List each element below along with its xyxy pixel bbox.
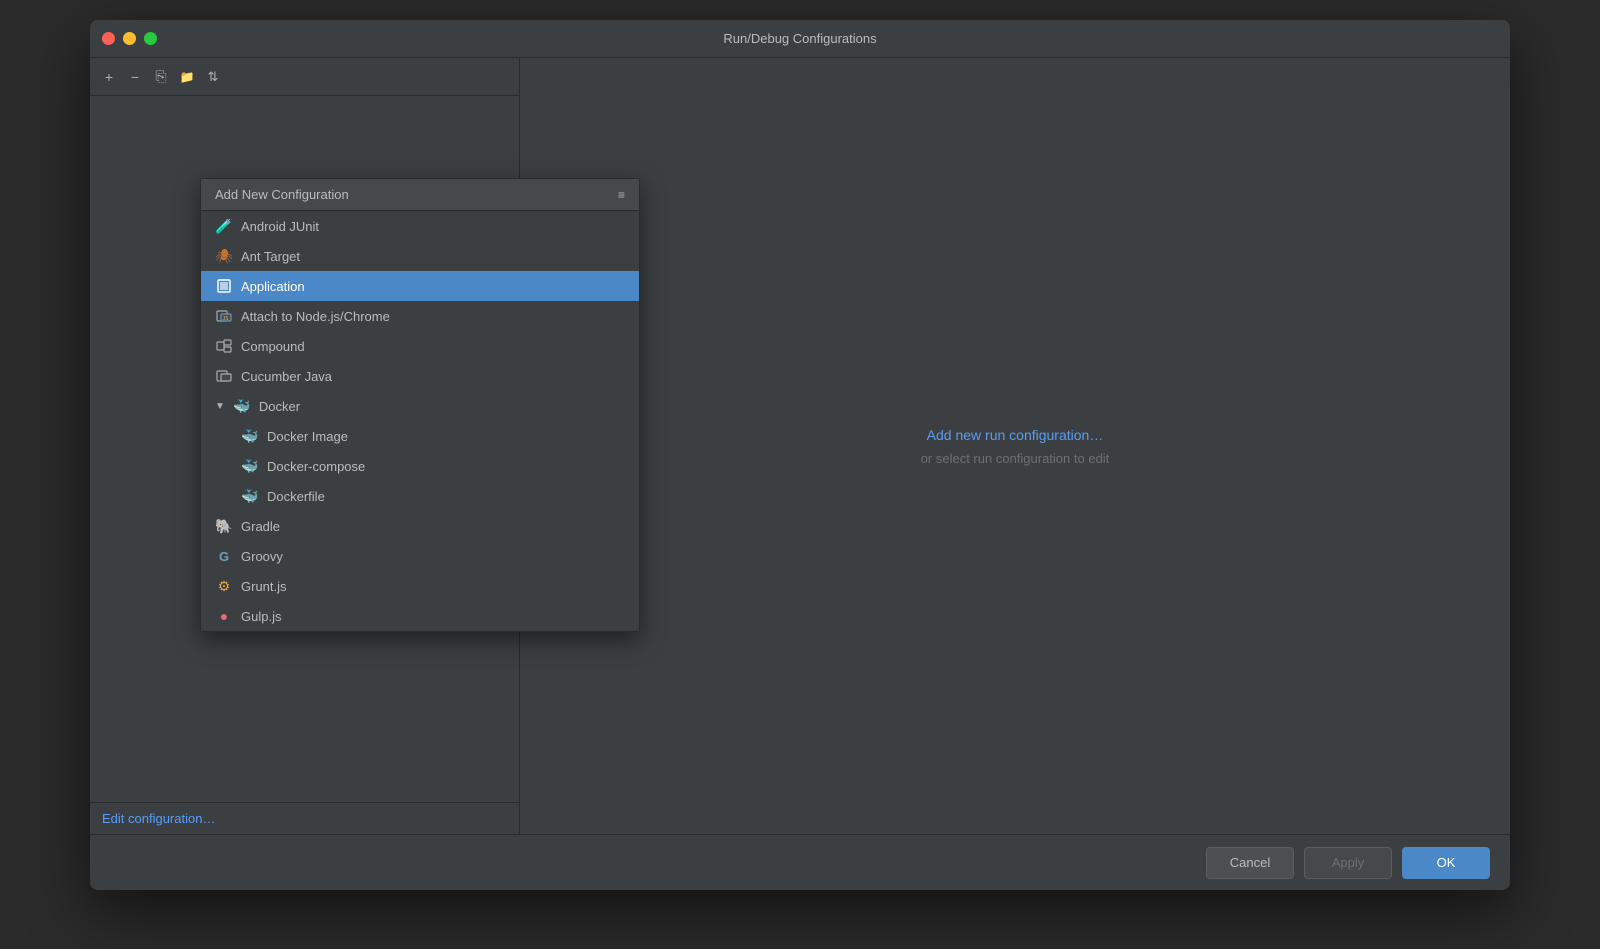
menu-item-dockerfile[interactable]: 🐳 Dockerfile (201, 481, 639, 511)
sort-config-button[interactable]: ⇅ (202, 66, 224, 88)
application-label: Application (241, 279, 305, 294)
menu-item-docker-compose[interactable]: 🐳 Docker-compose (201, 451, 639, 481)
dockerfile-icon: 🐳 (241, 487, 259, 505)
ant-target-label: Ant Target (241, 249, 300, 264)
menu-item-docker-image[interactable]: 🐳 Docker Image (201, 421, 639, 451)
gradle-icon: 🐘 (215, 517, 233, 535)
menu-item-android-junit[interactable]: 🧪 Android JUnit (201, 211, 639, 241)
menu-item-groovy[interactable]: G Groovy (201, 541, 639, 571)
menu-item-application[interactable]: Application (201, 271, 639, 301)
menu-item-ant-target[interactable]: 🕷 Ant Target (201, 241, 639, 271)
menu-item-docker-group[interactable]: ▼ 🐳 Docker (201, 391, 639, 421)
dockerfile-label: Dockerfile (267, 489, 325, 504)
ok-button[interactable]: OK (1402, 847, 1490, 879)
gulp-icon: ● (215, 607, 233, 625)
cucumber-java-icon (215, 367, 233, 385)
docker-compose-label: Docker-compose (267, 459, 365, 474)
close-button[interactable] (102, 32, 115, 45)
docker-group-icon: 🐳 (233, 397, 251, 415)
toolbar: + − ⎘ 📁 ⇅ (90, 58, 519, 96)
remove-config-button[interactable]: − (124, 66, 146, 88)
maximize-button[interactable] (144, 32, 157, 45)
menu-item-gradle[interactable]: 🐘 Gradle (201, 511, 639, 541)
bottom-bar: Cancel Apply OK (90, 834, 1510, 890)
minimize-button[interactable] (123, 32, 136, 45)
filter-icon[interactable]: ≡ (618, 188, 625, 202)
add-run-config-link[interactable]: Add new run configuration… (927, 427, 1104, 443)
attach-nodejs-label: Attach to Node.js/Chrome (241, 309, 390, 324)
folder-config-button[interactable]: 📁 (176, 66, 198, 88)
menu-item-grunt[interactable]: ⚙ Grunt.js (201, 571, 639, 601)
compound-icon (215, 337, 233, 355)
dropdown-title: Add New Configuration (215, 187, 349, 202)
docker-compose-icon: 🐳 (241, 457, 259, 475)
right-panel: Add new run configuration… or select run… (520, 58, 1510, 834)
right-sub-text: or select run configuration to edit (921, 451, 1110, 466)
svg-text:JS: JS (223, 316, 229, 322)
gradle-label: Gradle (241, 519, 280, 534)
titlebar: Run/Debug Configurations (90, 20, 1510, 58)
docker-chevron-icon: ▼ (215, 401, 225, 412)
copy-config-button[interactable]: ⎘ (150, 66, 172, 88)
android-junit-icon: 🧪 (215, 217, 233, 235)
android-junit-label: Android JUnit (241, 219, 319, 234)
add-config-button[interactable]: + (98, 66, 120, 88)
cancel-button[interactable]: Cancel (1206, 847, 1294, 879)
attach-nodejs-icon: JS (215, 307, 233, 325)
menu-item-compound[interactable]: Compound (201, 331, 639, 361)
menu-item-gulp[interactable]: ● Gulp.js (201, 601, 639, 631)
dropdown-header: Add New Configuration ≡ (201, 179, 639, 211)
docker-image-label: Docker Image (267, 429, 348, 444)
edit-configuration-link[interactable]: Edit configuration… (90, 802, 519, 834)
application-icon (215, 277, 233, 295)
menu-item-cucumber-java[interactable]: Cucumber Java (201, 361, 639, 391)
docker-image-icon: 🐳 (241, 427, 259, 445)
menu-item-attach-nodejs[interactable]: JS Attach to Node.js/Chrome (201, 301, 639, 331)
apply-button[interactable]: Apply (1304, 847, 1392, 879)
docker-group-label: Docker (259, 399, 300, 414)
window-title: Run/Debug Configurations (723, 31, 876, 46)
grunt-label: Grunt.js (241, 579, 287, 594)
grunt-icon: ⚙ (215, 577, 233, 595)
groovy-label: Groovy (241, 549, 283, 564)
gulp-label: Gulp.js (241, 609, 281, 624)
groovy-icon: G (215, 547, 233, 565)
cucumber-java-label: Cucumber Java (241, 369, 332, 384)
compound-label: Compound (241, 339, 305, 354)
titlebar-buttons (102, 32, 157, 45)
ant-target-icon: 🕷 (215, 247, 233, 265)
add-new-configuration-dropdown: Add New Configuration ≡ 🧪 Android JUnit … (200, 178, 640, 632)
